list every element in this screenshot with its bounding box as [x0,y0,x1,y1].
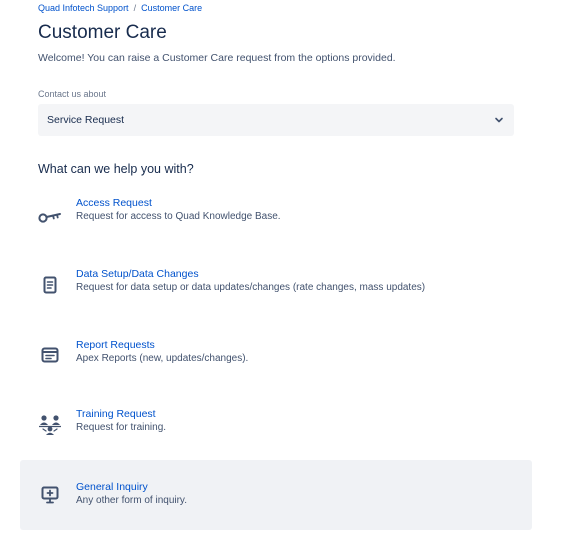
option-title[interactable]: Training Request [76,407,166,421]
breadcrumb-portal-link[interactable]: Quad Infotech Support [38,3,129,13]
option-description: Request for training. [76,422,167,433]
option-title[interactable]: Data Setup/Data Changes [76,267,425,281]
option-training-request[interactable]: Training Request Request for training. [20,396,532,466]
chevron-down-icon [493,114,505,126]
option-data-setup[interactable]: Data Setup/Data Changes Request for data… [20,254,532,324]
option-report-requests[interactable]: Report Requests Apex Reports (new, updat… [20,325,532,395]
page-title: Customer Care [38,22,167,43]
breadcrumb-separator: / [133,3,137,13]
breadcrumb: Quad Infotech Support / Customer Care [38,3,202,13]
option-general-inquiry[interactable]: General Inquiry Any other form of inquir… [20,460,532,530]
option-description: Request for data setup or data updates/c… [76,282,426,293]
document-icon [36,271,64,299]
key-icon [36,203,64,231]
contact-select-value: Service Request [47,114,125,126]
contact-label: Contact us about [38,89,107,99]
option-description: Apex Reports (new, updates/changes). [76,353,249,364]
welcome-text: Welcome! You can raise a Customer Care r… [38,52,396,64]
option-access-request[interactable]: Access Request Request for access to Qua… [20,183,532,253]
option-title[interactable]: General Inquiry [76,480,187,494]
option-title[interactable]: Report Requests [76,338,248,352]
inquiry-icon [36,481,64,509]
option-description: Request for access to Quad Knowledge Bas… [76,211,281,222]
option-description: Any other form of inquiry. [76,495,187,506]
contact-select[interactable]: Service Request [38,104,514,136]
report-icon [36,341,64,369]
option-title[interactable]: Access Request [76,196,281,210]
breadcrumb-current-link[interactable]: Customer Care [141,3,202,13]
training-icon [36,411,64,439]
section-heading: What can we help you with? [38,162,194,176]
